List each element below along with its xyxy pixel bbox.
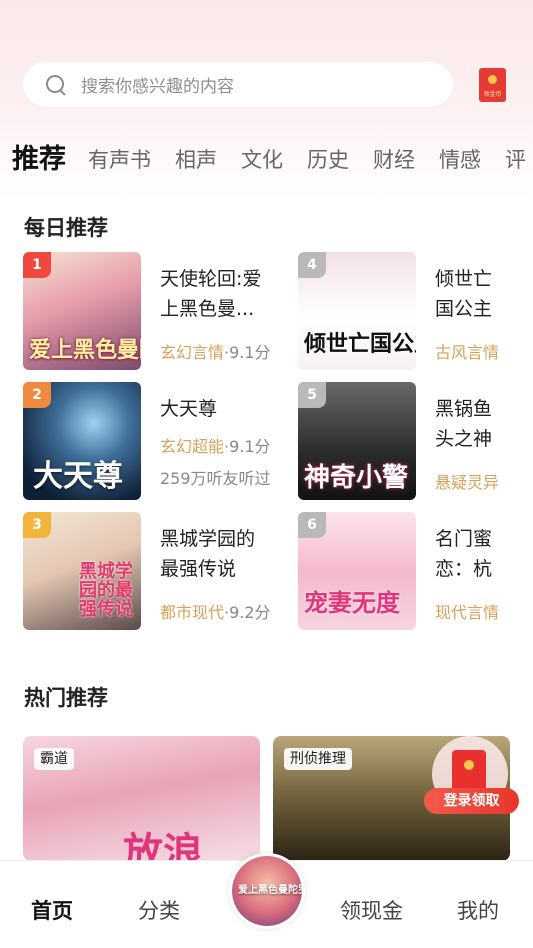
book-title: 天使轮回:爱上黑色曼...	[160, 268, 262, 320]
hot-card-tag: 刑侦推理	[284, 748, 352, 770]
nav-mine[interactable]: 我的	[457, 895, 499, 925]
book-title: 黑锅鱼头之神奇小警	[435, 398, 493, 450]
book-category: 玄幻言情·9.1分	[160, 339, 271, 363]
rank-badge: 6	[298, 512, 326, 538]
tab-emotion[interactable]: 情感	[439, 142, 481, 178]
listen-count: 259万听友听过	[160, 469, 271, 488]
cover-title: 爱上黑色曼陀罗	[29, 337, 141, 363]
category-tabs: 推荐 有声书 相声 文化 历史 财经 情感 评	[0, 134, 533, 178]
hot-card-1[interactable]: 霸道 放浪	[23, 736, 260, 861]
red-packet-icon[interactable]: 领金币	[479, 68, 506, 102]
red-envelope-icon	[452, 750, 486, 792]
rank-badge: 1	[23, 252, 51, 278]
cover-title: 神奇小警	[304, 462, 409, 493]
tab-recommend[interactable]: 推荐	[12, 142, 66, 178]
nav-earn-cash[interactable]: 领现金	[340, 895, 403, 925]
cover-title: 大天尊	[33, 458, 123, 494]
tab-culture[interactable]: 文化	[241, 142, 283, 178]
daily-item-6[interactable]: 宠妻无度 6 名门蜜恋：杭少，宠 现代言情	[298, 512, 533, 632]
daily-section-title: 每日推荐	[24, 216, 108, 240]
score-text: ·9.1分	[224, 437, 271, 456]
nav-category[interactable]: 分类	[138, 895, 180, 925]
tab-audiobook[interactable]: 有声书	[88, 142, 151, 178]
search-icon	[45, 74, 67, 96]
category-text: 悬疑灵异	[435, 473, 500, 492]
category-text: 古风言情	[435, 343, 500, 362]
tab-label: 推荐	[12, 144, 66, 175]
rank-badge: 5	[298, 382, 326, 408]
rank-badge: 2	[23, 382, 51, 408]
book-category: 悬疑灵异	[435, 469, 499, 493]
daily-item-3[interactable]: 黑城学园的最强传说 3 黑城学园的最强传说 都市现代·9.2分	[23, 512, 273, 632]
daily-item-4[interactable]: 倾世亡国公主 4 倾世亡国公主 古风言情	[298, 252, 533, 372]
category-text: 玄幻超能	[160, 437, 225, 456]
cover-title: 倾世亡国公主	[304, 331, 416, 357]
daily-item-1[interactable]: 爱上黑色曼陀罗 1 天使轮回:爱上黑色曼... 玄幻言情·9.1分	[23, 252, 273, 372]
now-playing-cover-text: 爱上黑色曼陀罗	[238, 885, 305, 896]
login-claim-button[interactable]: 登录领取	[424, 788, 519, 814]
coin-icon	[488, 75, 497, 84]
tab-crosstalk[interactable]: 相声	[175, 142, 217, 178]
score-text: ·9.2分	[224, 603, 271, 622]
tab-finance[interactable]: 财经	[373, 142, 415, 178]
daily-item-2[interactable]: 大天尊 2 大天尊 玄幻超能·9.1分 259万听友听过	[23, 382, 273, 502]
hot-card-tag: 霸道	[34, 748, 74, 770]
book-category: 玄幻超能·9.1分	[160, 433, 271, 457]
category-text: 现代言情	[435, 603, 500, 622]
now-playing-cover: 爱上黑色曼陀罗	[232, 856, 302, 926]
book-title: 倾世亡国公主	[435, 268, 493, 320]
hot-section-title: 热门推荐	[24, 686, 108, 710]
bottom-nav: 首页 分类 爱上黑色曼陀罗 领现金 我的	[0, 853, 533, 948]
book-category: 现代言情	[435, 599, 499, 623]
nav-home[interactable]: 首页	[31, 895, 73, 925]
tab-more[interactable]: 评	[505, 142, 526, 178]
tab-history[interactable]: 历史	[307, 142, 349, 178]
search-input[interactable]: 搜索你感兴趣的内容	[23, 62, 453, 107]
book-title: 黑城学园的最强传说	[160, 528, 256, 580]
book-title: 名门蜜恋：杭少，宠	[435, 528, 493, 580]
category-text: 玄幻言情	[160, 343, 225, 362]
rank-badge: 4	[298, 252, 326, 278]
now-playing-button[interactable]: 爱上黑色曼陀罗	[229, 853, 305, 929]
search-placeholder: 搜索你感兴趣的内容	[81, 77, 234, 97]
category-text: 都市现代	[160, 603, 225, 622]
cover-title: 黑城学园的最强传说	[79, 561, 133, 621]
book-title: 大天尊	[160, 398, 218, 420]
book-category: 古风言情	[435, 339, 499, 363]
cover-title: 宠妻无度	[304, 588, 400, 617]
daily-item-5[interactable]: 神奇小警 5 黑锅鱼头之神奇小警 悬疑灵异	[298, 382, 533, 502]
hot-card-cover-text: 放浪	[123, 830, 203, 861]
rank-badge: 3	[23, 512, 51, 538]
score-text: ·9.1分	[224, 343, 271, 362]
red-packet-label: 领金币	[483, 91, 502, 98]
book-category: 都市现代·9.2分	[160, 599, 271, 623]
